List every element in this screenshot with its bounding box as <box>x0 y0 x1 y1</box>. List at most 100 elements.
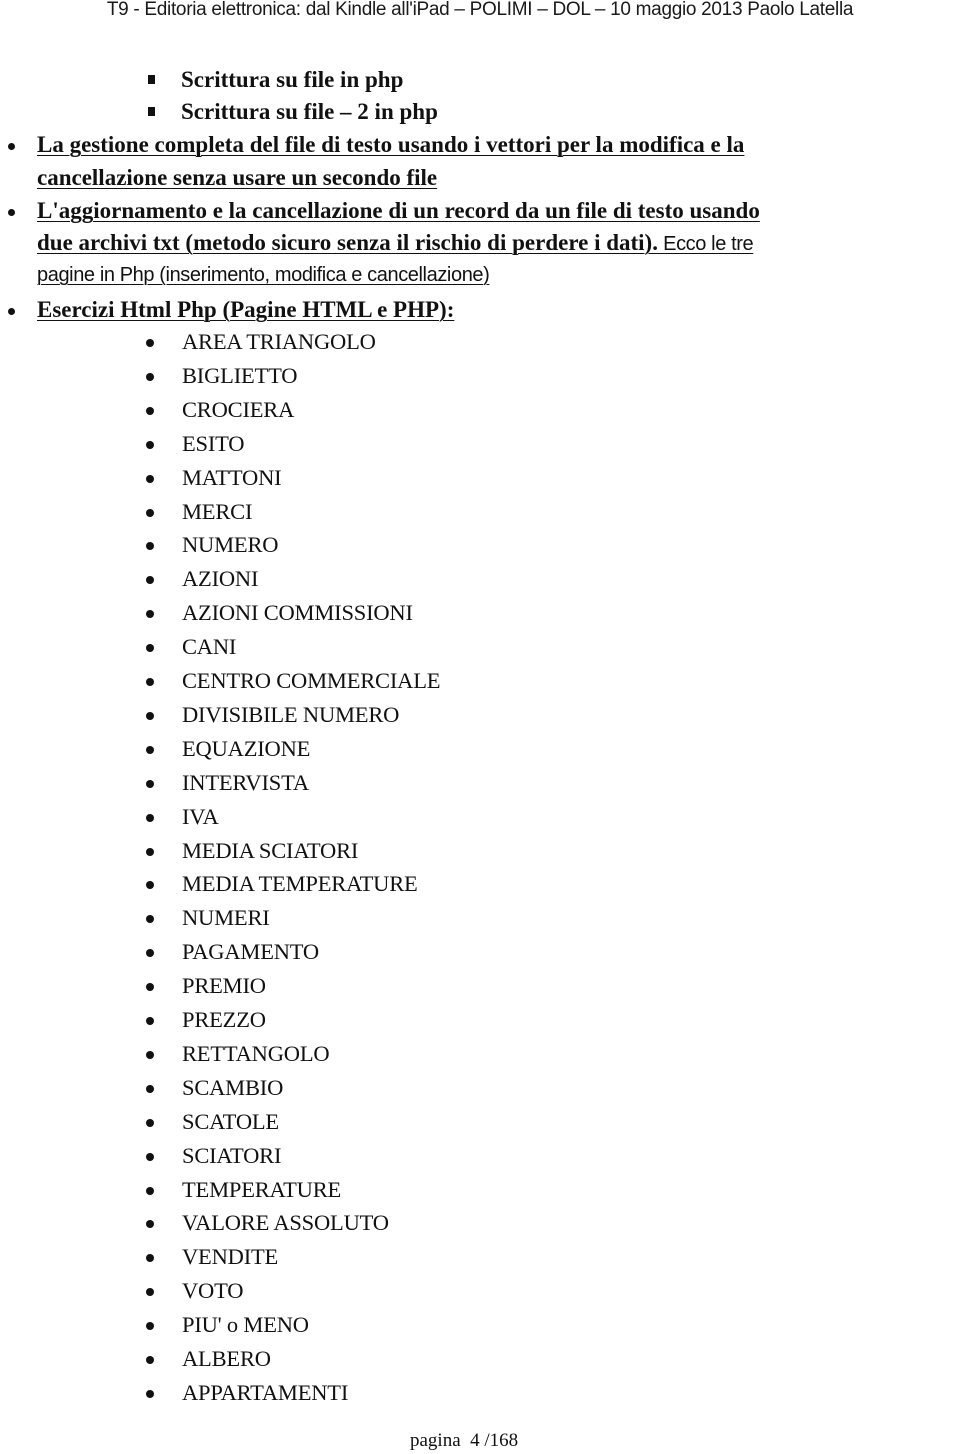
exercise-item[interactable]: ALBERO <box>0 1342 600 1376</box>
exercise-item[interactable]: AZIONI COMMISSIONI <box>0 596 600 630</box>
exercise-item[interactable]: MEDIA TEMPERATURE <box>0 867 600 901</box>
exercise-label[interactable]: MATTONI <box>182 461 282 495</box>
exercise-item[interactable]: PAGAMENTO <box>0 935 600 969</box>
exercise-label[interactable]: CANI <box>182 630 236 664</box>
bullet-icon <box>146 1017 154 1025</box>
bullet-icon <box>8 308 15 315</box>
bullet-icon <box>146 1254 154 1263</box>
exercise-item[interactable]: VENDITE <box>0 1240 600 1274</box>
exercise-label[interactable]: VALORE ASSOLUTO <box>182 1206 389 1240</box>
exercise-label[interactable]: CROCIERA <box>182 393 294 427</box>
exercise-label[interactable]: NUMERI <box>182 901 270 935</box>
bullet-icon <box>146 1118 154 1127</box>
exercise-item[interactable]: PIU' o MENO <box>0 1308 600 1342</box>
exercise-label[interactable]: BIGLIETTO <box>182 359 297 393</box>
bullet-icon <box>146 678 154 686</box>
bullet-icon <box>146 1389 154 1398</box>
exercise-label[interactable]: AREA TRIANGOLO <box>182 325 376 359</box>
exercise-item[interactable]: RETTANGOLO <box>0 1037 600 1071</box>
bullet-icon <box>146 1288 154 1297</box>
exercise-item[interactable]: CENTRO COMMERCIALE <box>0 664 600 698</box>
exercise-item[interactable]: VOTO <box>0 1274 600 1308</box>
exercise-label[interactable]: NUMERO <box>182 528 279 562</box>
bullet-icon <box>8 209 15 216</box>
exercise-label[interactable]: VENDITE <box>182 1240 278 1274</box>
exercise-label[interactable]: MERCI <box>182 495 252 529</box>
link-line[interactable]: L'aggiornamento e la cancellazione di un… <box>37 195 760 227</box>
exercise-label[interactable]: APPARTAMENTI <box>182 1376 348 1410</box>
bullet-icon <box>146 1322 154 1331</box>
exercise-item[interactable]: EQUAZIONE <box>0 732 600 766</box>
exercise-item[interactable]: CROCIERA <box>0 393 600 427</box>
link-line-light: Ecco le tre <box>657 233 754 255</box>
link-text[interactable]: Scrittura su file – 2 in php <box>181 96 438 128</box>
exercise-item[interactable]: AREA TRIANGOLO <box>0 325 600 359</box>
bullet-icon <box>8 143 15 150</box>
bullet-icon <box>146 1050 154 1059</box>
bullet-icon <box>146 813 154 822</box>
exercise-label[interactable]: ALBERO <box>182 1342 271 1376</box>
exercise-item[interactable]: CANI <box>0 630 600 664</box>
link-text[interactable]: Scrittura su file in php <box>181 64 403 96</box>
exercise-item[interactable]: MEDIA SCIATORI <box>0 834 600 868</box>
exercise-item[interactable]: IVA <box>0 800 600 834</box>
exercise-item[interactable]: PREMIO <box>0 969 600 1003</box>
exercise-item[interactable]: AZIONI <box>0 562 600 596</box>
exercise-item[interactable]: SCIATORI <box>0 1139 600 1173</box>
bullet-icon <box>146 915 154 924</box>
exercise-label[interactable]: CENTRO COMMERCIALE <box>182 664 440 698</box>
exercise-label[interactable]: INTERVISTA <box>182 766 309 800</box>
exercise-item[interactable]: PREZZO <box>0 1003 600 1037</box>
exercise-label[interactable]: TEMPERATURE <box>182 1173 341 1207</box>
exercise-item[interactable]: INTERVISTA <box>0 766 600 800</box>
bullet-icon <box>146 610 154 619</box>
exercise-item[interactable]: NUMERO <box>0 528 600 562</box>
exercise-item[interactable]: MERCI <box>0 495 600 529</box>
exercise-item[interactable]: SCAMBIO <box>0 1071 600 1105</box>
exercise-item[interactable]: APPARTAMENTI <box>0 1376 600 1410</box>
bullet-icon <box>146 372 154 381</box>
link-line[interactable]: due archivi txt (metodo sicuro senza il … <box>37 227 754 260</box>
exercise-label[interactable]: MEDIA TEMPERATURE <box>182 867 418 901</box>
exercise-label[interactable]: DIVISIBILE NUMERO <box>182 698 399 732</box>
exercise-label[interactable]: VOTO <box>182 1274 243 1308</box>
exercise-label[interactable]: EQUAZIONE <box>182 732 310 766</box>
page-header: T9 - Editoria elettronica: dal Kindle al… <box>106 0 854 20</box>
exercise-item[interactable]: MATTONI <box>0 461 600 495</box>
exercise-item[interactable]: DIVISIBILE NUMERO <box>0 698 600 732</box>
link-line[interactable]: Esercizi Html Php (Pagine HTML e PHP): <box>37 294 454 326</box>
bullet-icon <box>146 779 154 788</box>
exercise-label[interactable]: PIU' o MENO <box>182 1308 309 1342</box>
exercise-label[interactable]: RETTANGOLO <box>182 1037 330 1071</box>
bullet-icon <box>146 711 154 720</box>
exercise-label[interactable]: AZIONI <box>182 562 258 596</box>
square-bullet-icon <box>148 107 155 116</box>
exercise-label[interactable]: PREZZO <box>182 1003 266 1037</box>
exercise-label[interactable]: PREMIO <box>182 969 266 1003</box>
bullet-icon <box>146 745 154 754</box>
exercise-label[interactable]: PAGAMENTO <box>182 935 319 969</box>
exercise-label[interactable]: SCIATORI <box>182 1139 281 1173</box>
exercise-item[interactable]: NUMERI <box>0 901 600 935</box>
square-bullet-icon <box>148 75 155 84</box>
exercise-item[interactable]: VALORE ASSOLUTO <box>0 1206 600 1240</box>
exercise-label[interactable]: SCATOLE <box>182 1105 279 1139</box>
link-line-light[interactable]: pagine in Php (inserimento, modifica e c… <box>37 259 490 291</box>
bullet-icon <box>146 508 154 517</box>
exercise-item[interactable]: SCATOLE <box>0 1105 600 1139</box>
bullet-icon <box>146 542 154 551</box>
exercise-item[interactable]: ESITO <box>0 427 600 461</box>
exercise-label[interactable]: IVA <box>182 800 219 834</box>
exercise-label[interactable]: AZIONI COMMISSIONI <box>182 596 413 630</box>
link-line[interactable]: La gestione completa del file di testo u… <box>37 129 744 161</box>
exercise-label[interactable]: MEDIA SCIATORI <box>182 834 358 868</box>
exercise-item[interactable]: BIGLIETTO <box>0 359 600 393</box>
bullet-icon <box>146 847 154 856</box>
exercise-item[interactable]: TEMPERATURE <box>0 1173 600 1207</box>
exercise-label[interactable]: SCAMBIO <box>182 1071 283 1105</box>
bullet-icon <box>146 1152 154 1161</box>
exercise-label[interactable]: ESITO <box>182 427 245 461</box>
link-line[interactable]: cancellazione senza usare un secondo fil… <box>37 162 437 194</box>
bullet-icon <box>146 983 154 992</box>
link-line-bold: due archivi txt (metodo sicuro senza il … <box>37 230 658 255</box>
